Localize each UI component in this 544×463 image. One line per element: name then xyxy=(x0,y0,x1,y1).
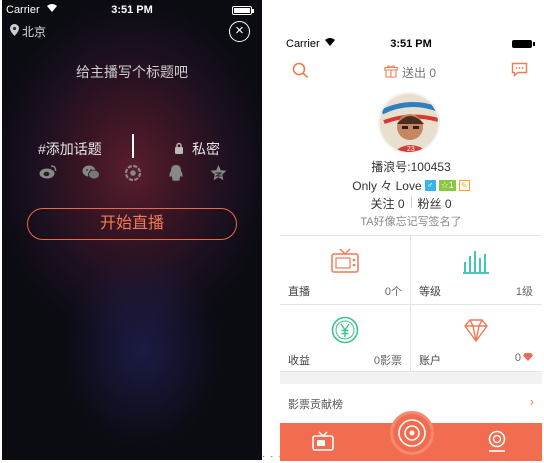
add-topic-button[interactable]: #添加话题 xyxy=(38,139,102,159)
screenshot-stage: Carrier 3:51 PM 北京 × 给主播写个标题吧 #添加话题 私密 开… xyxy=(0,0,544,463)
status-bar: Carrier 3:51 PM xyxy=(2,0,262,20)
stat-label: 直播 xyxy=(288,286,310,298)
follow-stats: 关注 0 粉丝 0 xyxy=(280,195,542,212)
user-name-row: Only 々 Love ♂ ☆1 ✎ xyxy=(280,177,542,194)
status-bar: Carrier 3:51 PM xyxy=(280,30,542,50)
status-time: 3:51 PM xyxy=(390,38,432,50)
user-name: Only 々 Love xyxy=(352,179,422,193)
male-badge: ♂ xyxy=(424,180,436,191)
tab-live-tv[interactable] xyxy=(312,431,334,456)
following-count[interactable]: 关注 0 xyxy=(370,195,404,212)
tab-bar xyxy=(280,411,542,461)
stat-account[interactable]: 账户 0 xyxy=(411,305,541,373)
status-time: 3:51 PM xyxy=(111,4,153,16)
tab-profile[interactable] xyxy=(486,430,508,457)
level-badge: ☆1 xyxy=(438,180,456,191)
small-diamond-icon xyxy=(523,352,533,364)
sent-gifts-button[interactable]: 送出 0 xyxy=(384,64,436,81)
stat-live[interactable]: 直播 0个 xyxy=(280,236,410,304)
stat-value: 0 xyxy=(514,352,521,364)
divider xyxy=(410,196,412,208)
edit-icon[interactable]: ✎ xyxy=(458,180,470,191)
stat-label: 等级 xyxy=(419,286,441,298)
avatar[interactable]: 23 xyxy=(378,92,440,154)
stat-income[interactable]: 收益 0影票 xyxy=(280,305,410,373)
signature-text: TA好像忘记写签名了 xyxy=(360,216,462,228)
qzone-icon[interactable] xyxy=(208,165,228,185)
location-label: 北京 xyxy=(22,25,47,39)
close-icon[interactable]: × xyxy=(229,21,250,42)
stat-value: 0个 xyxy=(384,286,402,298)
lock-icon xyxy=(174,141,184,157)
text-cursor xyxy=(132,134,134,158)
tv-icon xyxy=(330,246,360,276)
private-label: 私密 xyxy=(192,141,220,157)
bolang-id: 播浪号:100453 xyxy=(371,160,451,174)
stats-grid: 直播 0个 等级 1级 收益 0影票 账户 0 xyxy=(280,235,542,373)
start-broadcast-tab[interactable] xyxy=(390,411,434,455)
stat-value-group: 0 xyxy=(515,352,533,364)
sent-label: 送出 0 xyxy=(402,66,437,80)
share-options xyxy=(38,164,228,185)
title-input[interactable]: 给主播写个标题吧 xyxy=(2,62,262,82)
gift-icon xyxy=(384,64,398,81)
wechat-icon[interactable] xyxy=(81,165,101,185)
diamond-icon xyxy=(461,315,491,345)
qq-icon[interactable] xyxy=(166,165,186,185)
rank-label: 影票贡献榜 xyxy=(288,399,343,411)
stat-label: 账户 xyxy=(419,355,441,367)
stat-level[interactable]: 等级 1级 xyxy=(411,236,541,304)
moments-icon[interactable] xyxy=(123,164,143,185)
chevron-right-icon: › xyxy=(529,394,534,409)
stat-value: 0影票 xyxy=(373,355,402,367)
section-gap xyxy=(280,372,542,384)
location-pin-icon xyxy=(10,24,19,39)
battery-icon xyxy=(232,6,254,15)
svg-text:23: 23 xyxy=(407,146,415,153)
live-setup-screen: Carrier 3:51 PM 北京 × 给主播写个标题吧 #添加话题 私密 开… xyxy=(2,0,262,460)
private-toggle[interactable]: 私密 xyxy=(174,139,220,159)
bars-icon xyxy=(461,246,491,276)
yen-coin-icon xyxy=(330,315,360,345)
profile-screen: Carrier 3:51 PM 送出 0 23 播浪号:100453 Only … xyxy=(280,30,542,461)
message-icon[interactable] xyxy=(511,62,528,82)
location-selector[interactable]: 北京 xyxy=(10,23,46,40)
stat-label: 收益 xyxy=(288,355,310,367)
background-glow xyxy=(62,250,222,450)
battery-icon xyxy=(512,40,535,48)
fans-count[interactable]: 粉丝 0 xyxy=(418,195,452,212)
search-icon[interactable] xyxy=(292,62,309,84)
weibo-icon[interactable] xyxy=(38,165,58,185)
start-live-button[interactable]: 开始直播 xyxy=(27,208,237,240)
stat-value: 1级 xyxy=(515,286,533,298)
